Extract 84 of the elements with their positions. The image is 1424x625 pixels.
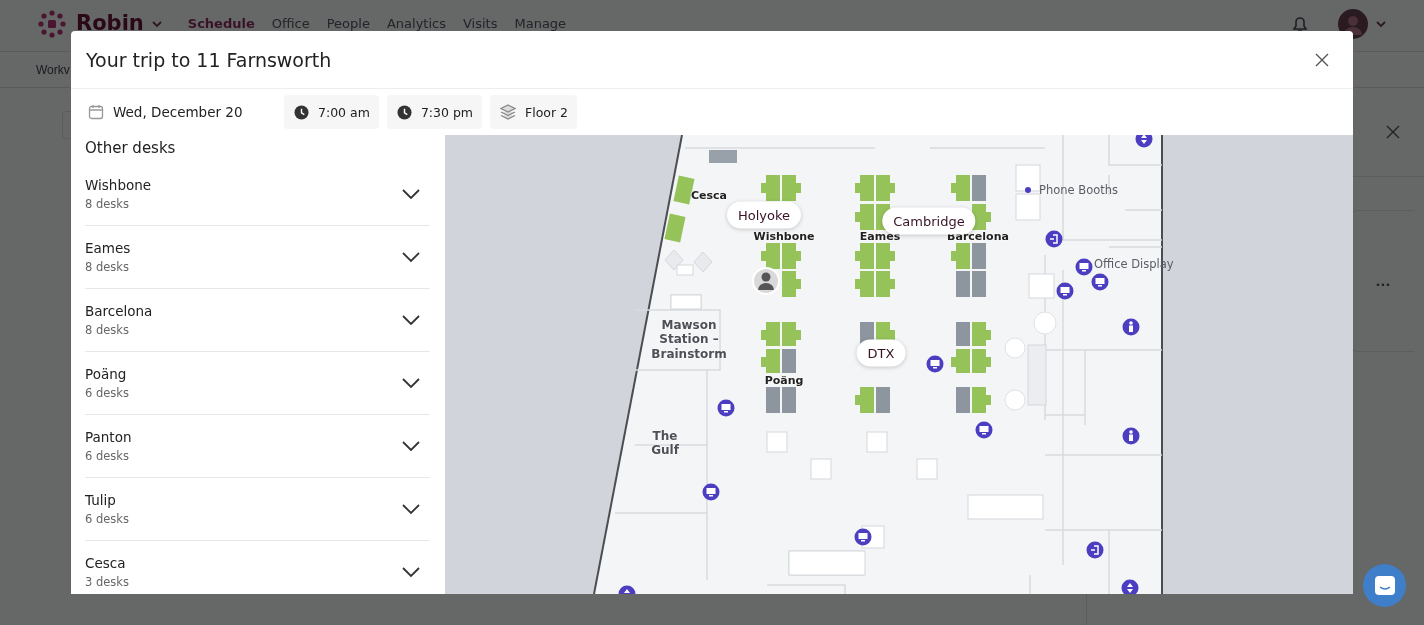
desk-group-item[interactable]: Cesca 3 desks (85, 541, 430, 594)
area-label: Cesca (691, 188, 727, 202)
logo-icon (38, 9, 66, 38)
elevator-icon[interactable] (618, 585, 636, 594)
area-label: Poäng (764, 373, 804, 387)
poi-label: Phone Booths (1039, 183, 1119, 197)
chat-icon (1373, 574, 1396, 597)
desk-count: 3 desks (85, 575, 129, 589)
table (670, 294, 702, 310)
round-table (1033, 311, 1057, 335)
desk-group-item[interactable]: Poäng 6 desks (85, 352, 430, 415)
table (676, 264, 694, 276)
start-time-button[interactable]: 7:00 am (284, 95, 379, 129)
monitor-icon[interactable] (854, 528, 872, 546)
table (916, 458, 938, 480)
cabinet (709, 150, 737, 163)
room-label: The Gulf (650, 428, 680, 458)
monitor-icon[interactable] (1075, 258, 1093, 276)
room-label: Mawson Station – Brainstorm (650, 318, 728, 362)
table (1028, 273, 1055, 299)
clock-icon (294, 104, 309, 120)
desk-group-item[interactable]: Tulip 6 desks (85, 478, 430, 541)
calendar-icon (88, 104, 104, 120)
side-table (693, 251, 713, 273)
desk-count: 6 desks (85, 386, 129, 400)
floor-button[interactable]: Floor 2 (490, 95, 578, 129)
chevron-icon[interactable] (402, 440, 420, 452)
dialog-title: Your trip to 11 Farnsworth (86, 48, 332, 71)
location-pill[interactable]: Cambridge (882, 207, 976, 235)
monitor-icon[interactable] (1056, 282, 1074, 300)
round-table (1004, 389, 1026, 411)
chevron-icon[interactable] (402, 188, 420, 200)
caret-icon[interactable] (151, 19, 162, 28)
desk-count: 6 desks (85, 449, 130, 463)
end-time-button[interactable]: 7:30 pm (386, 95, 483, 129)
section-heading: Other desks (85, 138, 177, 159)
door-icon[interactable] (1086, 541, 1104, 559)
group-name: Panton (85, 429, 132, 445)
area-label: Wishbone (753, 229, 815, 243)
caret-icon[interactable] (1376, 19, 1386, 28)
close-icon[interactable] (1315, 52, 1329, 67)
monitor-icon[interactable] (717, 399, 735, 417)
table (866, 431, 888, 453)
sofa (1027, 344, 1047, 406)
round-table (1004, 337, 1026, 359)
group-name: Wishbone (85, 177, 152, 193)
desk-count: 8 desks (85, 323, 130, 337)
monitor-icon[interactable] (1091, 273, 1109, 291)
desk-group-item[interactable]: Barcelona 8 desks (85, 289, 430, 352)
desk-count: 8 desks (85, 260, 130, 274)
desk-group-item[interactable]: Panton 6 desks (85, 415, 430, 478)
table (1015, 164, 1041, 192)
desk-group-item[interactable]: Eames 8 desks (85, 226, 430, 289)
group-name: Tulip (85, 492, 117, 508)
chevron-icon[interactable] (402, 251, 420, 263)
desk-count: 8 desks (85, 197, 130, 211)
table (1015, 193, 1041, 221)
chevron-icon[interactable] (402, 314, 420, 326)
group-name: Eames (85, 240, 131, 256)
desk-count: 6 desks (85, 512, 129, 526)
desk[interactable] (664, 213, 686, 243)
location-pill[interactable]: Holyoke (726, 201, 802, 229)
clock-icon (396, 104, 412, 120)
monitor-icon[interactable] (975, 421, 993, 439)
elevator-icon[interactable] (1121, 579, 1139, 594)
location-dot (1025, 187, 1031, 193)
layers-icon (500, 104, 517, 120)
elevator-icon[interactable] (1135, 135, 1153, 148)
group-name: Poäng (85, 366, 128, 382)
logo-text: Robin (76, 13, 144, 34)
chevron-icon[interactable] (402, 377, 420, 389)
table (766, 431, 788, 453)
group-name: Barcelona (85, 303, 153, 319)
table (810, 458, 832, 480)
chevron-icon[interactable] (402, 503, 420, 515)
date-label[interactable]: Wed, December 20 (113, 104, 243, 120)
monitor-icon[interactable] (926, 355, 944, 373)
group-name: Cesca (85, 555, 127, 571)
desk-group-item[interactable]: Wishbone 8 desks (85, 163, 430, 226)
door-icon[interactable] (1045, 230, 1063, 248)
chat-button[interactable] (1363, 564, 1406, 607)
side-table (664, 249, 684, 271)
monitor-icon[interactable] (702, 483, 720, 501)
chevron-icon[interactable] (402, 566, 420, 578)
